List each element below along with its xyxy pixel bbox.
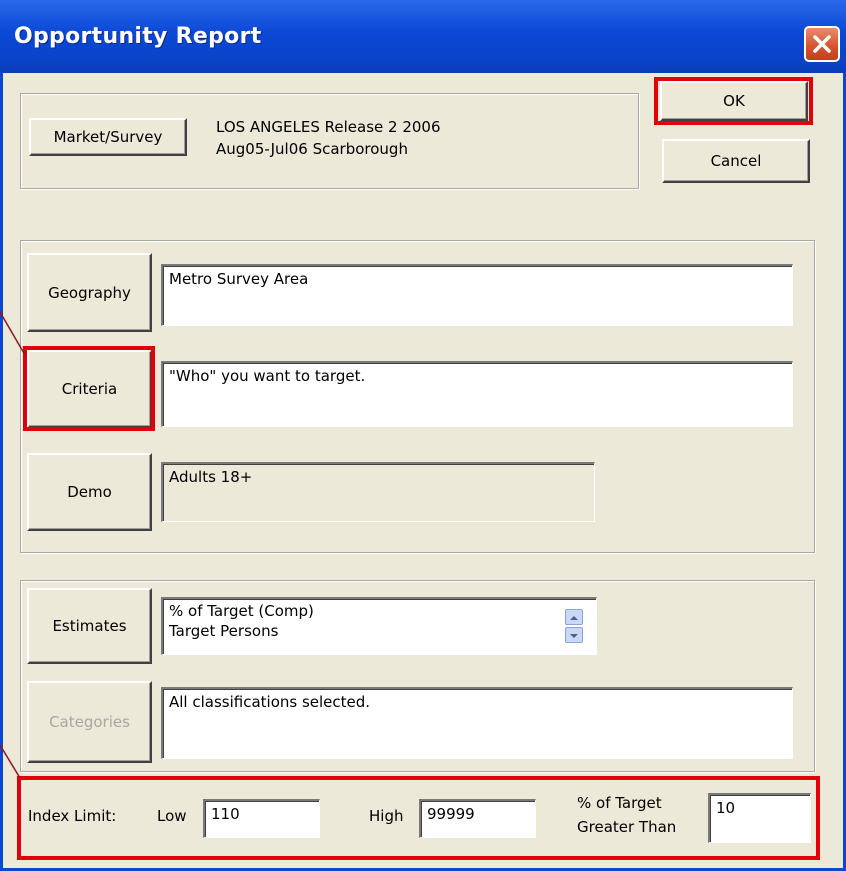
index-limit-highlight xyxy=(17,776,820,860)
estimates-list[interactable]: % of Target (Comp) Target Persons xyxy=(161,597,597,655)
arrow-down-icon xyxy=(570,634,578,638)
geography-button[interactable]: Geography xyxy=(27,253,152,332)
opportunity-report-dialog: Opportunity Report Market/Survey LOS ANG… xyxy=(0,0,846,871)
callout-lines xyxy=(0,311,26,779)
window-title: Opportunity Report xyxy=(14,24,262,49)
estimates-item[interactable]: % of Target (Comp) xyxy=(169,601,590,621)
demo-button[interactable]: Demo xyxy=(27,453,152,531)
market-line-1: LOS ANGELES Release 2 2006 xyxy=(216,118,441,136)
title-bar[interactable]: Opportunity Report xyxy=(0,0,846,73)
estimates-button[interactable]: Estimates xyxy=(27,588,152,664)
scroll-up-button[interactable] xyxy=(565,609,583,625)
categories-button: Categories xyxy=(27,681,152,763)
demo-field: Adults 18+ xyxy=(161,462,595,522)
criteria-field[interactable]: "Who" you want to target. xyxy=(161,361,793,427)
estimates-item[interactable]: Target Persons xyxy=(169,621,590,641)
market-survey-button[interactable]: Market/Survey xyxy=(29,118,187,156)
criteria-highlight xyxy=(23,346,155,431)
categories-field[interactable]: All classifications selected. xyxy=(161,687,793,759)
arrow-up-icon xyxy=(570,616,578,620)
scroll-down-button[interactable] xyxy=(565,627,583,643)
cancel-button[interactable]: Cancel xyxy=(662,139,810,183)
close-icon xyxy=(813,35,831,53)
close-button[interactable] xyxy=(804,26,840,62)
geography-field[interactable]: Metro Survey Area xyxy=(161,264,793,326)
ok-highlight xyxy=(654,77,813,125)
market-line-2: Aug05-Jul06 Scarborough xyxy=(216,140,408,158)
